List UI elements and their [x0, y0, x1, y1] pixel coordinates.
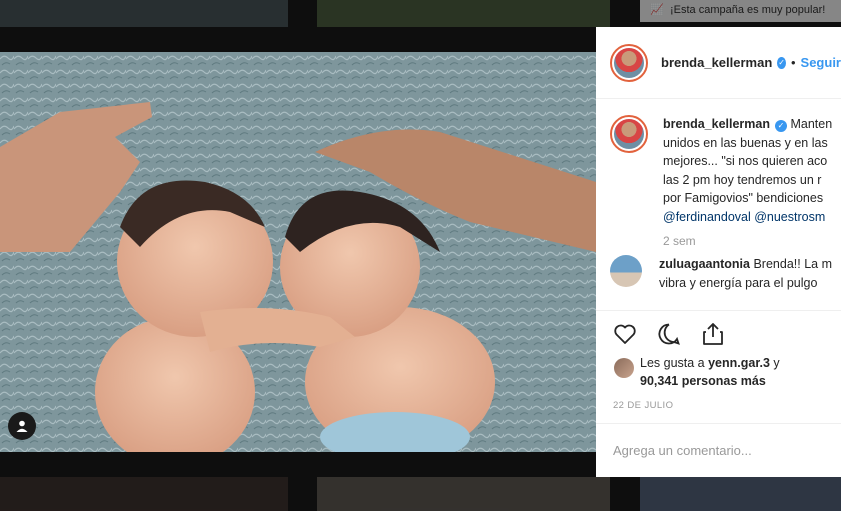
comment-text: zuluagaantonia Brenda!! La m vibra y ene…	[659, 255, 832, 292]
action-bar	[596, 310, 841, 354]
caption-mentions[interactable]: @ferdinandoval @nuestrosm	[663, 208, 832, 227]
likes-text: Les gusta a yenn.gar.3 y 90,341 personas…	[640, 354, 780, 390]
caption-text: brenda_kellerman ✓ Manten unidos en las b…	[663, 115, 832, 226]
liker-username[interactable]: yenn.gar.3	[708, 356, 770, 370]
heart-icon[interactable]	[612, 321, 638, 347]
user-tag-icon	[16, 420, 28, 432]
add-comment-field[interactable]: Agrega un comentario...	[596, 423, 841, 477]
post-image[interactable]	[0, 52, 596, 452]
comment-line: Brenda!! La m	[753, 257, 832, 271]
follow-button[interactable]: Seguir	[801, 55, 841, 70]
caption-line: Manten	[790, 117, 833, 131]
likes-connector: y	[769, 356, 780, 370]
comment-icon[interactable]	[656, 321, 682, 347]
trending-up-icon: 📈	[650, 4, 664, 16]
caption-line: por Famigovios" bendiciones	[663, 191, 824, 205]
comment-item: zuluagaantonia Brenda!! La m vibra y ene…	[610, 255, 841, 292]
likes-prefix: Les gusta a	[640, 356, 709, 370]
caption-line: mejores... "si nos quieren aco	[663, 154, 828, 168]
caption-time[interactable]: 2 sem	[663, 234, 841, 248]
post-details-panel: brenda_kellerman ✓ • Seguir brenda_kelle…	[596, 27, 841, 477]
avatar[interactable]	[610, 43, 648, 82]
user-tag-button[interactable]	[8, 412, 36, 440]
likes-summary: Les gusta a yenn.gar.3 y 90,341 personas…	[596, 354, 841, 399]
caption-avatar[interactable]	[610, 115, 648, 153]
caption: brenda_kellerman ✓ Manten unidos en las b…	[610, 115, 841, 226]
separator-dot: •	[790, 55, 796, 70]
comments-section[interactable]: brenda_kellerman ✓ Manten unidos en las b…	[596, 99, 841, 310]
caption-line: las 2 pm hoy tendremos un r	[663, 172, 822, 187]
post-date[interactable]: 22 DE JULIO	[596, 399, 841, 423]
verified-badge-icon: ✓	[777, 56, 786, 69]
caption-username[interactable]: brenda_kellerman	[663, 117, 770, 131]
verified-badge-icon: ✓	[775, 120, 787, 133]
promo-banner: 📈 ¡Esta campaña es muy popular!	[640, 0, 841, 22]
promo-text: ¡Esta campaña es muy popular!	[670, 4, 826, 16]
caption-line: unidos en las buenas y en las	[663, 135, 828, 150]
comment-line: vibra y energía para el pulgo	[659, 275, 818, 290]
header-username[interactable]: brenda_kellerman	[661, 55, 772, 70]
liker-avatar[interactable]	[614, 358, 634, 378]
babies-photo	[0, 52, 596, 452]
post-header: brenda_kellerman ✓ • Seguir	[596, 27, 841, 99]
likes-count[interactable]: 90,341 personas más	[640, 374, 766, 388]
commenter-avatar[interactable]	[610, 255, 642, 287]
commenter-username[interactable]: zuluagaantonia	[659, 257, 750, 271]
share-icon[interactable]	[700, 321, 726, 347]
